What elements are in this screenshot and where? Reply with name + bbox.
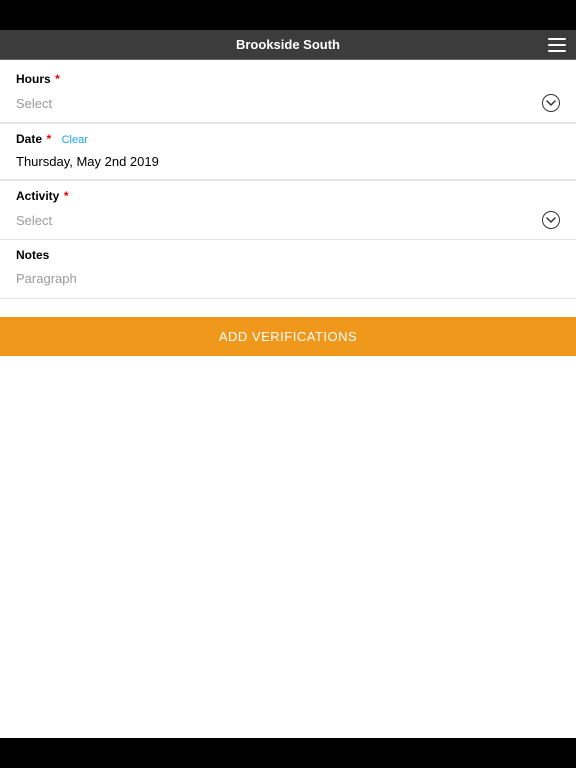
status-bar-top xyxy=(0,0,576,30)
status-bar-bottom xyxy=(0,738,576,768)
date-clear-link[interactable]: Clear xyxy=(62,134,88,146)
form-container: Hours * Select Date * Clear Thursday, Ma… xyxy=(0,60,576,299)
page-title: Brookside South xyxy=(236,37,340,52)
spacer xyxy=(0,299,576,317)
date-field[interactable]: Thursday, May 2nd 2019 xyxy=(0,150,576,180)
chevron-down-icon xyxy=(542,211,560,229)
hamburger-menu-icon[interactable] xyxy=(548,38,566,52)
activity-required-star: * xyxy=(64,189,69,203)
app-header: Brookside South xyxy=(0,30,576,60)
empty-area xyxy=(0,356,576,738)
notes-placeholder: Paragraph xyxy=(16,271,77,286)
date-value: Thursday, May 2nd 2019 xyxy=(16,154,159,169)
activity-label-row: Activity * xyxy=(0,180,576,207)
add-verifications-button[interactable]: ADD VERIFICATIONS xyxy=(0,317,576,356)
hours-label: Hours xyxy=(16,72,51,86)
notes-label: Notes xyxy=(16,248,49,262)
date-label-row: Date * Clear xyxy=(0,123,576,150)
date-label: Date xyxy=(16,132,42,146)
hours-required-star: * xyxy=(55,72,60,86)
hours-placeholder: Select xyxy=(16,96,52,111)
notes-label-row: Notes xyxy=(0,240,576,266)
hours-select[interactable]: Select xyxy=(0,90,576,123)
activity-label: Activity xyxy=(16,189,59,203)
notes-field[interactable]: Paragraph xyxy=(0,266,576,299)
activity-select[interactable]: Select xyxy=(0,207,576,240)
chevron-down-icon xyxy=(542,94,560,112)
hours-label-row: Hours * xyxy=(0,60,576,90)
activity-placeholder: Select xyxy=(16,213,52,228)
date-required-star: * xyxy=(46,132,51,146)
